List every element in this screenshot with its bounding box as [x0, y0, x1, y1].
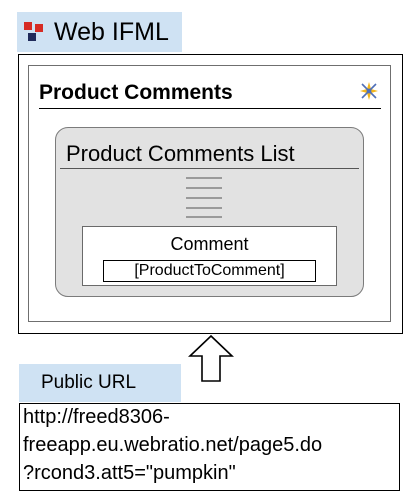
- page-frame: Product Comments Product Comments List C…: [18, 54, 403, 334]
- up-arrow-icon: [188, 334, 234, 382]
- list-lines-icon: [186, 175, 222, 218]
- webml-tab-label: Web IFML: [54, 18, 169, 46]
- list-component[interactable]: Product Comments List Comment [ProductTo…: [55, 127, 364, 297]
- webml-tab: Web IFML: [17, 12, 182, 52]
- list-component-title: Product Comments List: [66, 141, 295, 166]
- entity-name: Comment: [170, 234, 249, 254]
- landmark-icon: [360, 82, 378, 100]
- page-title: Product Comments: [39, 81, 233, 104]
- url-line-1: http://freed8306-: [23, 406, 170, 428]
- url-line-3: ?rcond3.att5="pumpkin": [23, 462, 236, 484]
- url-line-2: freeapp.eu.webratio.net/page5.do: [23, 434, 323, 456]
- public-url-tab: Public URL: [19, 364, 181, 402]
- entity-selector-condition: [ProductToComment]: [103, 260, 316, 282]
- webml-logo-icon: [24, 22, 43, 41]
- page-title-divider: [39, 108, 381, 109]
- page-container[interactable]: Product Comments Product Comments List C…: [28, 65, 391, 322]
- list-title-divider: [60, 168, 359, 169]
- public-url-box[interactable]: http://freed8306- freeapp.eu.webratio.ne…: [19, 403, 400, 491]
- entity-box[interactable]: Comment [ProductToComment]: [82, 226, 337, 286]
- public-url-label: Public URL: [41, 372, 137, 393]
